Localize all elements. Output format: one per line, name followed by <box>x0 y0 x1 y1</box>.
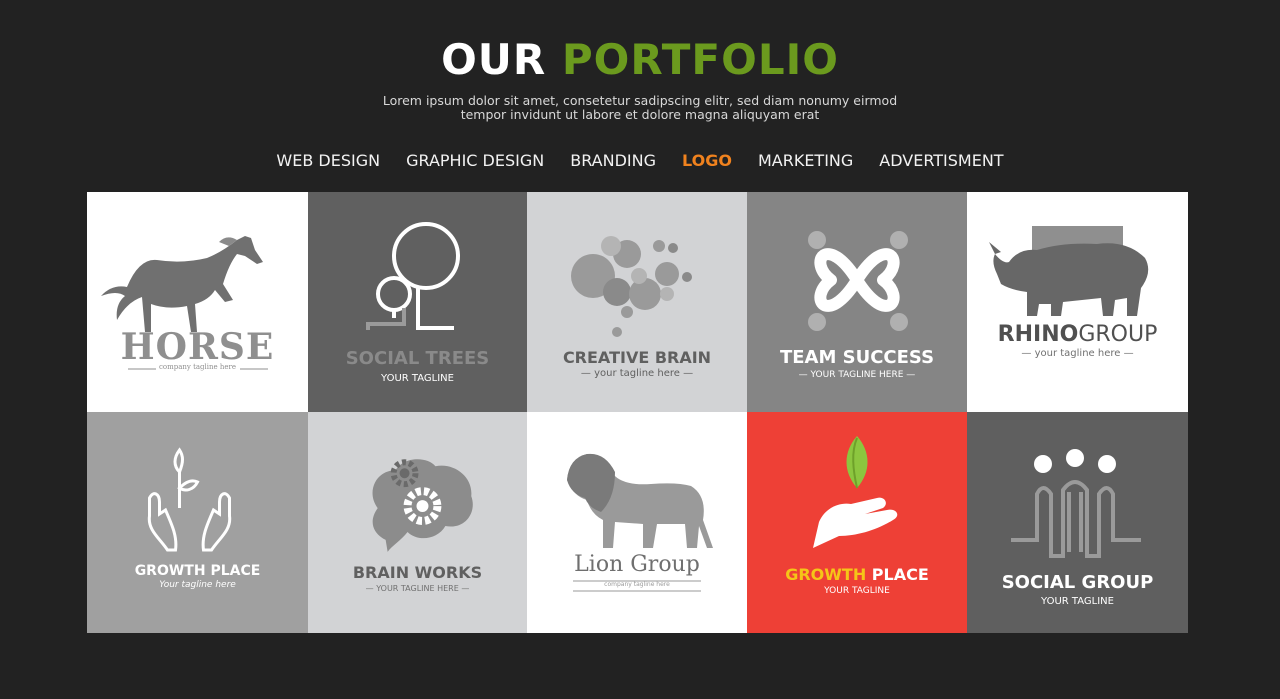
social-trees-logo-name: SOCIAL TREES <box>345 348 490 369</box>
rhino-name-light: GROUP <box>1078 322 1158 347</box>
portfolio-item-growth-place-red[interactable]: GROWTH PLACE YOUR TAGLINE <box>747 412 967 633</box>
growth-place-logo-name: GROWTH PLACE <box>134 563 261 579</box>
horse-logo-tagline: company tagline here <box>158 363 237 371</box>
filter-marketing[interactable]: MARKETING <box>758 150 853 172</box>
rhino-logo-tagline: — your tagline here — <box>1021 348 1134 359</box>
horse-icon <box>101 236 263 332</box>
filter-branding[interactable]: BRANDING <box>570 150 656 172</box>
portfolio-item-brain-works[interactable]: BRAIN WORKS — YOUR TAGLINE HERE — <box>308 412 527 633</box>
portfolio-item-social-trees[interactable]: SOCIAL TREES YOUR TAGLINE <box>308 192 527 412</box>
filter-logo[interactable]: LOGO <box>682 150 732 172</box>
lion-group-logo-name: Lion Group <box>574 552 700 577</box>
growth-word: GROWTH <box>785 565 867 584</box>
filter-web-design[interactable]: WEB DESIGN <box>276 150 380 172</box>
creative-brain-logo-tagline: — your tagline here — <box>580 368 694 379</box>
page-subtitle: Lorem ipsum dolor sit amet, consetetur s… <box>0 94 1280 122</box>
rhino-name-bold: RHINO <box>997 322 1079 347</box>
title-word-our: OUR <box>441 35 547 84</box>
hand-leaf-icon <box>813 436 898 548</box>
growth-place-red-logo-tagline: YOUR TAGLINE <box>824 586 890 596</box>
lion-tagline-row: company tagline here <box>527 580 747 592</box>
social-trees-logo-tagline: YOUR TAGLINE <box>381 373 454 384</box>
creative-brain-logo-name: CREATIVE BRAIN <box>562 348 712 367</box>
portfolio-header: OUR PORTFOLIO Lorem ipsum dolor sit amet… <box>0 34 1280 122</box>
subtitle-line-1: Lorem ipsum dolor sit amet, consetetur s… <box>382 93 898 108</box>
portfolio-item-rhino-group[interactable]: RHINOGROUP — your tagline here — <box>967 192 1188 412</box>
portfolio-item-creative-brain[interactable]: CREATIVE BRAIN — your tagline here — <box>527 192 747 412</box>
growth-place-logo-tagline: Your tagline here <box>159 580 236 590</box>
brain-works-logo-tagline: — YOUR TAGLINE HERE — <box>365 584 470 593</box>
page-title: OUR PORTFOLIO <box>0 34 1280 86</box>
title-word-portfolio: PORTFOLIO <box>561 35 839 84</box>
portfolio-item-lion-group[interactable]: Lion Group company tagline here <box>527 412 747 633</box>
portfolio-grid: HORSE company tagline here SOCIAL TREES … <box>87 192 1188 633</box>
place-word: PLACE <box>871 565 929 584</box>
horse-tagline-row: company tagline here <box>87 362 308 376</box>
portfolio-item-team-success[interactable]: TEAM SUCCESS — YOUR TAGLINE HERE — <box>747 192 967 412</box>
filter-graphic-design[interactable]: GRAPHIC DESIGN <box>406 150 544 172</box>
rhino-icon <box>989 226 1149 316</box>
social-group-logo-tagline: YOUR TAGLINE <box>1041 596 1114 607</box>
portfolio-item-horse[interactable]: HORSE company tagline here <box>87 192 308 412</box>
portfolio-item-social-group[interactable]: SOCIAL GROUP YOUR TAGLINE <box>967 412 1188 633</box>
hands-plant-icon <box>147 447 232 552</box>
brain-gears-icon <box>372 459 473 552</box>
lion-icon <box>567 453 713 548</box>
lion-group-logo-tagline: company tagline here <box>604 581 670 588</box>
team-success-logo-name: TEAM SUCCESS <box>779 347 935 368</box>
rhino-logo-name: RHINOGROUP <box>967 322 1188 347</box>
filter-advertisment[interactable]: ADVERTISMENT <box>879 150 1003 172</box>
portfolio-filter-nav: WEB DESIGN GRAPHIC DESIGN BRANDING LOGO … <box>0 150 1280 172</box>
growth-place-red-logo-name: GROWTH PLACE <box>747 565 967 584</box>
team-success-logo-tagline: — YOUR TAGLINE HERE — <box>798 370 916 380</box>
subtitle-line-2: tempor invidunt ut labore et dolore magn… <box>460 107 820 122</box>
bubbles-brain-icon <box>571 236 692 337</box>
brain-works-logo-name: BRAIN WORKS <box>352 563 483 582</box>
portfolio-item-growth-place[interactable]: GROWTH PLACE Your tagline here <box>87 412 308 633</box>
social-group-logo-name: SOCIAL GROUP <box>1001 572 1154 593</box>
